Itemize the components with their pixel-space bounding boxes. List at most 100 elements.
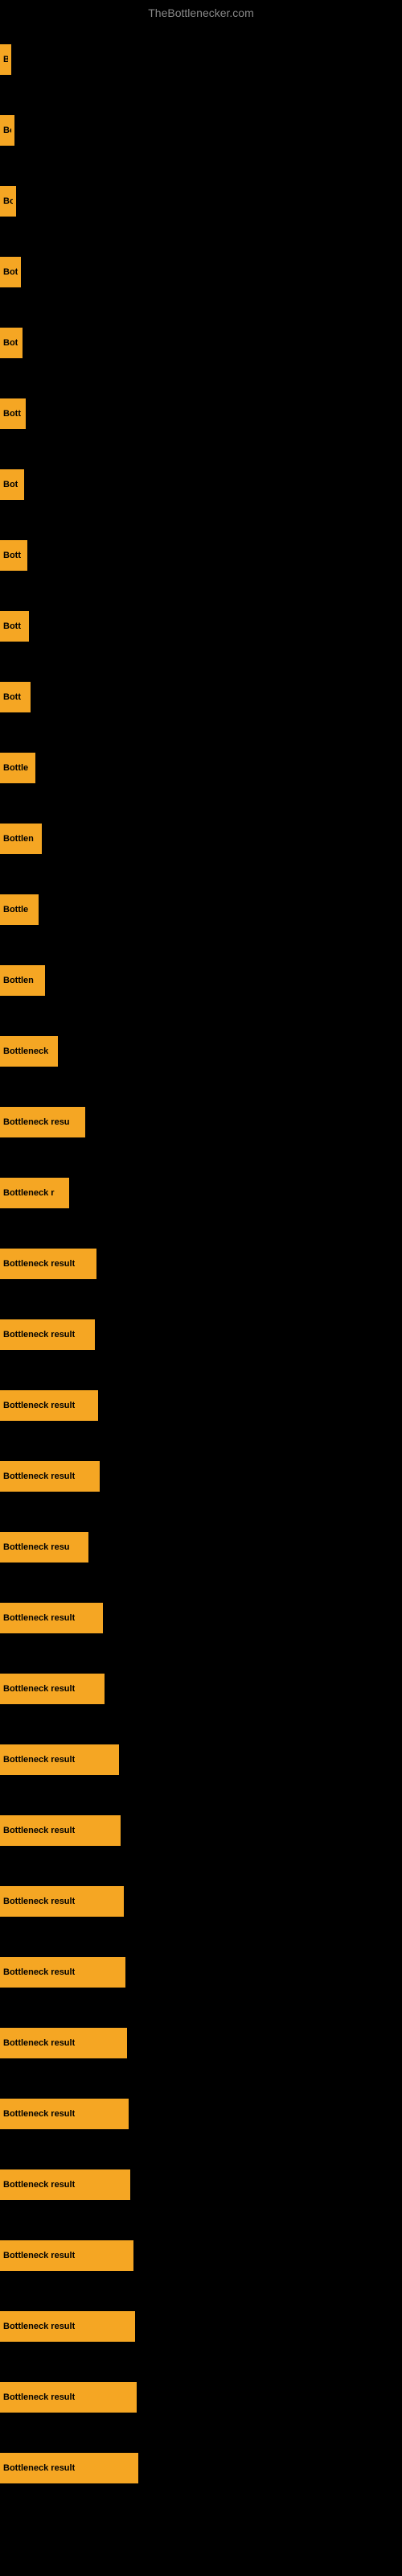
bar-row: Bottleneck result: [0, 1937, 402, 2008]
bar-row: Bottleneck result: [0, 2008, 402, 2079]
bar-row: Bottleneck resu: [0, 1087, 402, 1158]
bar-30: Bottleneck result: [0, 2169, 130, 2200]
bar-label-3: Bot: [3, 267, 18, 277]
bar-6: Bot: [0, 469, 24, 500]
bar-4: Bot: [0, 328, 23, 358]
bar-22: Bottleneck result: [0, 1603, 103, 1633]
bar-5: Bott: [0, 398, 26, 429]
bar-label-31: Bottleneck result: [3, 2251, 75, 2260]
bar-row: Bottleneck result: [0, 1866, 402, 1937]
bar-label-4: Bot: [3, 338, 18, 348]
bar-row: Bot: [0, 449, 402, 520]
bar-row: Bottleneck r: [0, 1158, 402, 1228]
bar-9: Bott: [0, 682, 31, 712]
bar-label-30: Bottleneck result: [3, 2180, 75, 2190]
bar-label-8: Bott: [3, 621, 21, 631]
bar-2: Bo: [0, 186, 16, 217]
bar-row: Bottleneck result: [0, 1795, 402, 1866]
bar-label-23: Bottleneck result: [3, 1684, 75, 1694]
bar-row: Bottlen: [0, 803, 402, 874]
bars-container: B Bo Bo Bot Bot Bott Bot Bott Bott Bott Bottle Bott…: [0, 24, 402, 2504]
bar-label-22: Bottleneck result: [3, 1613, 75, 1623]
bar-1: Bo: [0, 115, 14, 146]
bar-25: Bottleneck result: [0, 1815, 121, 1846]
bar-label-28: Bottleneck result: [3, 2038, 75, 2048]
bar-11: Bottlen: [0, 824, 42, 854]
bar-row: Bottleneck result: [0, 1441, 402, 1512]
bar-row: Bottlen: [0, 945, 402, 1016]
bar-row: Bott: [0, 662, 402, 733]
bar-24: Bottleneck result: [0, 1744, 119, 1775]
bar-label-6: Bot: [3, 480, 18, 489]
bar-label-19: Bottleneck result: [3, 1401, 75, 1410]
bar-17: Bottleneck result: [0, 1249, 96, 1279]
bar-label-15: Bottleneck resu: [3, 1117, 70, 1127]
bar-20: Bottleneck result: [0, 1461, 100, 1492]
bar-14: Bottleneck: [0, 1036, 58, 1067]
bar-label-12: Bottle: [3, 905, 28, 914]
bar-row: Bottleneck result: [0, 1228, 402, 1299]
bar-32: Bottleneck result: [0, 2311, 135, 2342]
bar-row: Bottleneck result: [0, 1653, 402, 1724]
bar-row: Bottle: [0, 874, 402, 945]
bar-label-26: Bottleneck result: [3, 1897, 75, 1906]
bar-23: Bottleneck result: [0, 1674, 105, 1704]
bar-row: Bottleneck result: [0, 2149, 402, 2220]
bar-row: Bottleneck result: [0, 1299, 402, 1370]
bar-row: Bottleneck result: [0, 2362, 402, 2433]
bar-label-32: Bottleneck result: [3, 2322, 75, 2331]
bar-row: Bottleneck: [0, 1016, 402, 1087]
bar-label-5: Bott: [3, 409, 21, 419]
bar-row: Bot: [0, 237, 402, 308]
bar-33: Bottleneck result: [0, 2382, 137, 2413]
bar-label-21: Bottleneck resu: [3, 1542, 70, 1552]
bar-row: Bottleneck result: [0, 2079, 402, 2149]
bar-row: Bottleneck result: [0, 1583, 402, 1653]
bar-row: Bottleneck resu: [0, 1512, 402, 1583]
bar-16: Bottleneck r: [0, 1178, 69, 1208]
bar-label-27: Bottleneck result: [3, 1967, 75, 1977]
bar-8: Bott: [0, 611, 29, 642]
bar-label-16: Bottleneck r: [3, 1188, 55, 1198]
bar-label-25: Bottleneck result: [3, 1826, 75, 1835]
bar-row: Bott: [0, 591, 402, 662]
bar-12: Bottle: [0, 894, 39, 925]
bar-row: Bott: [0, 378, 402, 449]
bar-row: Bo: [0, 166, 402, 237]
bar-3: Bot: [0, 257, 21, 287]
bar-10: Bottle: [0, 753, 35, 783]
bar-label-1: Bo: [3, 126, 11, 135]
bar-28: Bottleneck result: [0, 2028, 127, 2058]
bar-label-18: Bottleneck result: [3, 1330, 75, 1340]
bar-row: Bottleneck result: [0, 2433, 402, 2504]
bar-31: Bottleneck result: [0, 2240, 133, 2271]
bar-label-7: Bott: [3, 551, 21, 560]
bar-label-17: Bottleneck result: [3, 1259, 75, 1269]
bar-21: Bottleneck resu: [0, 1532, 88, 1563]
bar-row: Bottle: [0, 733, 402, 803]
bar-label-14: Bottleneck: [3, 1046, 48, 1056]
bar-7: Bott: [0, 540, 27, 571]
bar-label-2: Bo: [3, 196, 13, 206]
bar-0: B: [0, 44, 11, 75]
bar-label-29: Bottleneck result: [3, 2109, 75, 2119]
bar-row: Bo: [0, 95, 402, 166]
bar-row: Bot: [0, 308, 402, 378]
bar-27: Bottleneck result: [0, 1957, 125, 1988]
bar-26: Bottleneck result: [0, 1886, 124, 1917]
bar-label-0: B: [3, 55, 8, 64]
bar-row: Bottleneck result: [0, 1724, 402, 1795]
bar-label-9: Bott: [3, 692, 21, 702]
bar-label-33: Bottleneck result: [3, 2392, 75, 2402]
bar-13: Bottlen: [0, 965, 45, 996]
bar-label-11: Bottlen: [3, 834, 34, 844]
bar-label-24: Bottleneck result: [3, 1755, 75, 1765]
bar-label-20: Bottleneck result: [3, 1472, 75, 1481]
bar-18: Bottleneck result: [0, 1319, 95, 1350]
bar-row: Bott: [0, 520, 402, 591]
bar-label-13: Bottlen: [3, 976, 34, 985]
bar-29: Bottleneck result: [0, 2099, 129, 2129]
site-title: TheBottlenecker.com: [0, 0, 402, 26]
bar-label-34: Bottleneck result: [3, 2463, 75, 2473]
bar-15: Bottleneck resu: [0, 1107, 85, 1137]
